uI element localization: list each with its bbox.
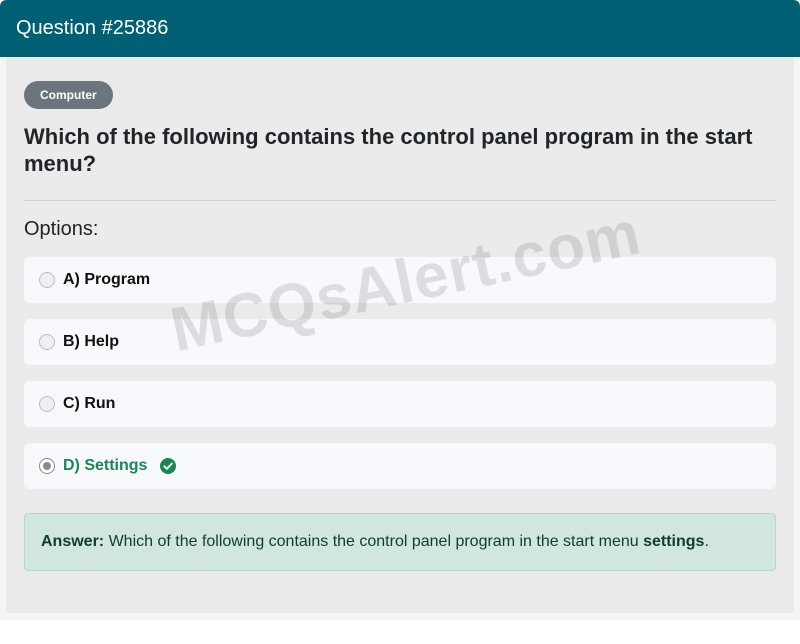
card-edge-right [794,57,800,620]
category-label: Computer [40,88,97,102]
option-d[interactable]: D) Settings [24,443,776,489]
option-label: B) Help [63,333,119,350]
check-circle-icon [160,458,177,474]
card-edge-bottom [0,613,800,620]
option-label: A) Program [63,271,151,288]
option-label: C) Run [63,395,116,412]
radio-button-selected[interactable] [39,458,55,474]
radio-dot [43,462,51,470]
option-a[interactable]: A) Program [24,257,776,303]
question-text: Which of the following contains the cont… [24,124,753,176]
option-b[interactable]: B) Help [24,319,776,365]
divider [24,200,776,201]
answer-suffix: . [704,533,709,550]
answer-sentence: Which of the following contains the cont… [108,533,639,550]
radio-button[interactable] [39,334,55,350]
question-number-title: Question #25886 [16,17,169,39]
option-c[interactable]: C) Run [24,381,776,427]
answer-highlight: settings [643,533,705,550]
card-edge-left [0,57,6,620]
option-label: D) Settings [63,457,148,474]
card-header: Question #25886 [0,0,800,57]
options-heading: Options: [24,218,99,240]
radio-button[interactable] [39,396,55,412]
answer-box: Answer: Which of the following contains … [24,513,776,571]
category-badge[interactable]: Computer [24,81,113,109]
answer-prefix: Answer: [41,533,105,550]
radio-button[interactable] [39,272,55,288]
answer-text: Answer: Which of the following contains … [41,533,709,551]
